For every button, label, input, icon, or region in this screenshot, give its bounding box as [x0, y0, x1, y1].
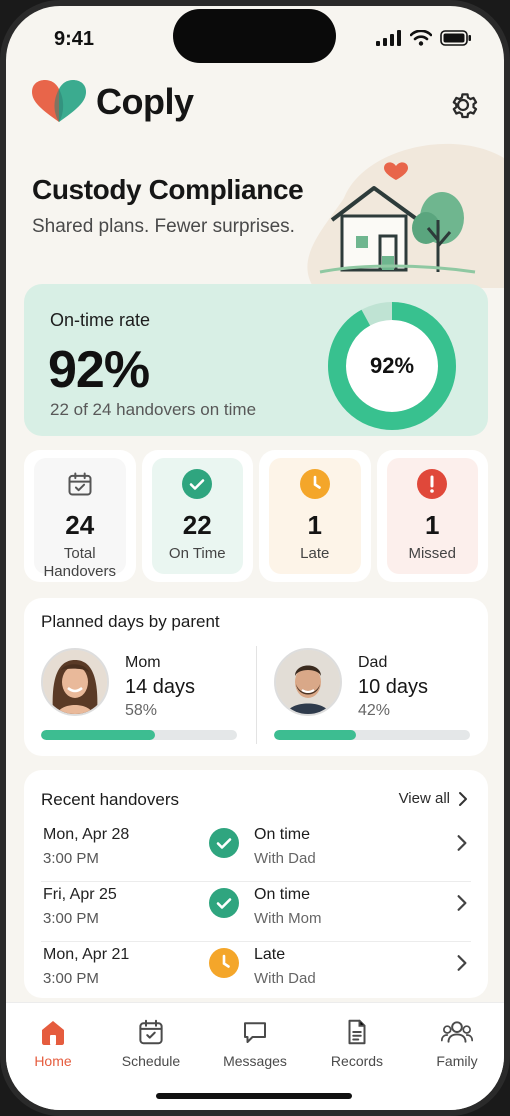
battery-icon — [440, 30, 471, 46]
wifi-icon — [410, 30, 432, 46]
status-time: 9:41 — [54, 28, 95, 50]
check-circle-icon — [181, 468, 213, 500]
handover-with: With Dad — [254, 970, 316, 987]
planned-days-title: Planned days by parent — [41, 612, 220, 631]
home-icon — [42, 1021, 64, 1045]
dynamic-island — [173, 9, 336, 63]
donut-center-label: 92% — [369, 353, 415, 378]
handover-time: 3:00 PM — [43, 970, 99, 987]
parent-mom[interactable]: Mom 14 days 58% — [41, 648, 251, 744]
page-title: Custody Compliance — [32, 174, 304, 205]
handover-time: 3:00 PM — [43, 850, 99, 867]
parent-percent: 42% — [358, 702, 391, 719]
chat-icon — [244, 1022, 266, 1043]
tab-schedule[interactable]: Schedule — [106, 1017, 196, 1069]
clock-icon — [209, 948, 239, 978]
handover-with: With Dad — [254, 850, 316, 867]
on-time-rate-value: 92% — [48, 341, 150, 399]
chevron-right-icon — [457, 895, 467, 911]
parent-percent: 58% — [125, 702, 158, 719]
stat-on-time[interactable]: 22 On Time — [141, 450, 253, 582]
on-time-label: On-time rate — [50, 310, 151, 330]
stat-label: Late — [300, 545, 330, 562]
clock-icon — [299, 468, 331, 500]
tab-records[interactable]: Records — [312, 1017, 402, 1069]
on-time-summary: 22 of 24 handovers on time — [50, 400, 257, 419]
stat-value: 1 — [425, 510, 440, 540]
stat-label: Total Handovers — [43, 545, 117, 580]
parent-name: Dad — [358, 654, 388, 671]
handover-date: Fri, Apr 25 — [43, 886, 117, 903]
handover-status: On time — [254, 886, 311, 903]
handover-status: Late — [254, 946, 286, 963]
screen: 9:41 Coply Custody Compliance Shared pla… — [6, 6, 504, 1110]
handover-row[interactable]: Mon, Apr 28 3:00 PM On time With Dad — [24, 822, 488, 882]
house-illustration — [319, 162, 476, 274]
home-indicator — [156, 1093, 352, 1099]
bar-fill — [41, 730, 155, 740]
divider — [256, 646, 257, 744]
calendar-icon — [139, 1019, 163, 1045]
tab-label: Schedule — [121, 1053, 181, 1069]
stat-value: 24 — [65, 510, 95, 540]
parent-name: Mom — [125, 654, 161, 671]
recent-handovers-title: Recent handovers — [41, 790, 179, 809]
bar-fill — [274, 730, 357, 740]
stat-value: 22 — [182, 510, 212, 540]
check-circle-icon — [209, 828, 239, 858]
tab-messages[interactable]: Messages — [210, 1017, 300, 1069]
stats-row: 24 Total Handovers 22 On Time 1 Late 1 M… — [24, 450, 488, 582]
gear-icon[interactable] — [446, 88, 480, 122]
handover-date: Mon, Apr 28 — [43, 826, 130, 843]
document-icon — [348, 1019, 366, 1045]
tab-label: Home — [34, 1053, 72, 1069]
parent-dad[interactable]: Dad 10 days 42% — [274, 648, 484, 744]
tab-label: Records — [330, 1053, 384, 1069]
people-icon — [440, 1021, 474, 1043]
parent-days: 14 days — [125, 676, 196, 698]
stat-value: 1 — [307, 510, 322, 540]
tab-label: Messages — [223, 1053, 287, 1069]
stat-label: Missed — [408, 545, 456, 562]
phone-frame: 9:41 Coply Custody Compliance Shared pla… — [0, 0, 510, 1116]
stat-late[interactable]: 1 Late — [259, 450, 371, 582]
calendar-check-icon — [64, 468, 96, 500]
avatar-dad — [274, 648, 342, 716]
status-bar: 9:41 — [6, 6, 504, 66]
recent-handovers-card: Recent handovers View all Mon, Apr 28 3:… — [24, 770, 488, 998]
handover-status: On time — [254, 826, 311, 843]
handover-row[interactable]: Fri, Apr 25 3:00 PM On time With Mom — [24, 882, 488, 942]
status-icons — [376, 30, 472, 46]
parent-days-bar — [274, 730, 470, 740]
view-all-link[interactable]: View all — [399, 790, 468, 807]
stat-missed[interactable]: 1 Missed — [376, 450, 488, 582]
parent-days-bar — [41, 730, 237, 740]
stat-total-handovers[interactable]: 24 Total Handovers — [24, 450, 136, 582]
planned-days-card: Planned days by parent Mom 14 days 58% D… — [24, 598, 488, 756]
tab-home[interactable]: Home — [8, 1017, 98, 1069]
handover-time: 3:00 PM — [43, 910, 99, 927]
chevron-right-icon — [457, 835, 467, 851]
on-time-rate-card: On-time rate 92% 22 of 24 handovers on t… — [24, 284, 488, 436]
handover-with: With Mom — [254, 910, 322, 927]
page-subtitle: Shared plans. Fewer surprises. — [32, 216, 295, 237]
heart-logo-icon — [32, 80, 86, 122]
view-all-label: View all — [398, 790, 450, 807]
avatar-mom — [41, 648, 109, 716]
tab-family[interactable]: Family — [412, 1017, 502, 1069]
chevron-right-icon — [459, 791, 467, 806]
stat-label: On Time — [168, 545, 226, 562]
tab-bar: Home Schedule Messages Records Family — [6, 1002, 504, 1110]
app-name: Coply — [96, 81, 194, 122]
signal-icon — [376, 30, 401, 46]
check-circle-icon — [209, 888, 239, 918]
alert-circle-icon — [416, 468, 448, 500]
handover-row[interactable]: Mon, Apr 21 3:00 PM Late With Dad — [24, 942, 488, 1002]
chevron-right-icon — [457, 955, 467, 971]
tab-label: Family — [436, 1053, 478, 1069]
app-logo: Coply — [32, 80, 194, 124]
parent-days: 10 days — [358, 676, 429, 698]
handover-date: Mon, Apr 21 — [43, 946, 130, 963]
